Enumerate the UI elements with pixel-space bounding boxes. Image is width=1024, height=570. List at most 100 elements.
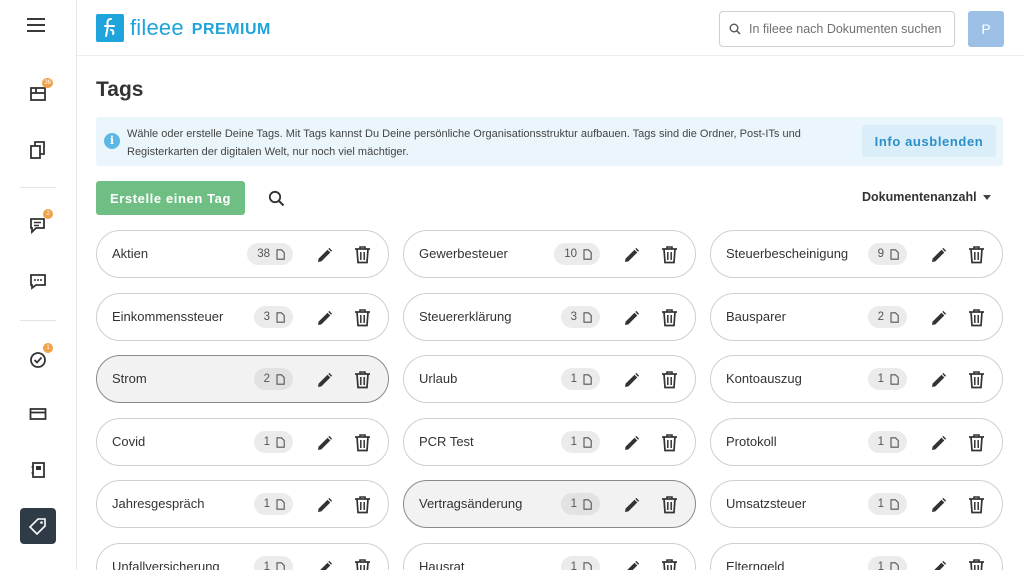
document-icon	[890, 311, 899, 323]
tag-card[interactable]: Protokoll 1	[710, 418, 1003, 466]
document-search[interactable]	[719, 11, 955, 47]
tag-document-count: 1	[560, 431, 600, 453]
tag-name: Steuerbescheinigung	[726, 246, 849, 261]
tag-card[interactable]: PCR Test 1	[403, 418, 696, 466]
tag-card[interactable]: Umsatzsteuer 1	[710, 480, 1003, 528]
pencil-icon	[931, 497, 946, 512]
delete-tag-button[interactable]	[352, 244, 372, 264]
edit-tag-button[interactable]	[928, 308, 948, 328]
hide-info-button[interactable]: Info ausblenden	[862, 125, 996, 157]
document-icon	[583, 373, 592, 385]
delete-tag-button[interactable]	[966, 432, 986, 452]
sidebar-item-contacts[interactable]	[20, 452, 56, 488]
edit-tag-button[interactable]	[928, 245, 948, 265]
tag-count-value: 1	[263, 436, 270, 448]
document-icon	[890, 561, 899, 570]
delete-tag-button[interactable]	[352, 432, 372, 452]
tag-search-button[interactable]	[264, 186, 288, 210]
delete-tag-button[interactable]	[966, 494, 986, 514]
tag-card[interactable]: Covid 1	[96, 418, 389, 466]
card-icon	[29, 408, 47, 420]
pencil-icon	[317, 310, 332, 325]
edit-tag-button[interactable]	[621, 558, 641, 570]
sort-dropdown[interactable]: Dokumentenanzahl	[862, 190, 991, 204]
delete-tag-button[interactable]	[966, 307, 986, 327]
tag-card[interactable]: Hausrat 1	[403, 543, 696, 570]
document-icon	[890, 248, 899, 260]
tag-name: Einkommenssteuer	[112, 309, 224, 324]
delete-tag-button[interactable]	[966, 244, 986, 264]
tag-count-value: 38	[257, 248, 270, 260]
trash-icon	[968, 558, 984, 570]
delete-tag-button[interactable]	[659, 307, 679, 327]
tag-card[interactable]: Jahresgespräch 1	[96, 480, 389, 528]
tag-card[interactable]: Einkommenssteuer 3	[96, 293, 389, 341]
edit-tag-button[interactable]	[314, 433, 334, 453]
edit-tag-button[interactable]	[928, 433, 948, 453]
inbox-badge: 36	[42, 78, 53, 88]
user-avatar[interactable]: P	[968, 11, 1004, 47]
tag-count-value: 1	[570, 436, 577, 448]
tag-card[interactable]: Steuererklärung 3	[403, 293, 696, 341]
sidebar-item-inbox[interactable]: 36	[20, 76, 56, 112]
tag-card[interactable]: Unfallversicherung 1	[96, 543, 389, 570]
edit-tag-button[interactable]	[621, 433, 641, 453]
delete-tag-button[interactable]	[659, 432, 679, 452]
delete-tag-button[interactable]	[659, 369, 679, 389]
tag-card[interactable]: Vertragsänderung 1	[403, 480, 696, 528]
edit-tag-button[interactable]	[928, 495, 948, 515]
edit-tag-button[interactable]	[621, 308, 641, 328]
delete-tag-button[interactable]	[659, 494, 679, 514]
edit-tag-button[interactable]	[928, 558, 948, 570]
tag-count-value: 1	[877, 561, 884, 570]
sidebar-item-tasks[interactable]: 1	[20, 341, 56, 377]
hamburger-menu-icon[interactable]	[27, 18, 49, 38]
delete-tag-button[interactable]	[352, 557, 372, 570]
tag-card[interactable]: Kontoauszug 1	[710, 355, 1003, 403]
edit-tag-button[interactable]	[314, 558, 334, 570]
tag-card[interactable]: Steuerbescheinigung 9	[710, 230, 1003, 278]
tag-card[interactable]: Urlaub 1	[403, 355, 696, 403]
edit-tag-button[interactable]	[621, 495, 641, 515]
delete-tag-button[interactable]	[966, 369, 986, 389]
tag-name: Protokoll	[726, 434, 777, 449]
sidebar-item-documents[interactable]	[20, 132, 56, 168]
search-input[interactable]	[749, 22, 949, 36]
edit-tag-button[interactable]	[314, 245, 334, 265]
tag-count-value: 1	[877, 498, 884, 510]
edit-tag-button[interactable]	[314, 370, 334, 390]
fileee-logo-icon	[96, 14, 124, 42]
edit-tag-button[interactable]	[621, 370, 641, 390]
brand-name: fileee	[130, 15, 184, 40]
delete-tag-button[interactable]	[352, 369, 372, 389]
tag-count-value: 1	[263, 561, 270, 570]
delete-tag-button[interactable]	[659, 557, 679, 570]
brand-tier: PREMIUM	[191, 20, 271, 38]
pencil-icon	[624, 310, 639, 325]
create-tag-button[interactable]: Erstelle einen Tag	[96, 181, 245, 215]
sidebar-item-tags[interactable]	[20, 508, 56, 544]
tag-card[interactable]: Elterngeld 1	[710, 543, 1003, 570]
pencil-icon	[931, 310, 946, 325]
tag-document-count: 9	[867, 243, 907, 265]
delete-tag-button[interactable]	[352, 307, 372, 327]
edit-tag-button[interactable]	[928, 370, 948, 390]
sidebar-item-messages[interactable]: 2	[20, 207, 56, 243]
edit-tag-button[interactable]	[314, 495, 334, 515]
delete-tag-button[interactable]	[352, 494, 372, 514]
tag-card[interactable]: Gewerbesteuer 10	[403, 230, 696, 278]
fileee-logo[interactable]: fileee PREMIUM	[96, 14, 271, 42]
edit-tag-button[interactable]	[621, 245, 641, 265]
tag-count-value: 2	[877, 311, 884, 323]
delete-tag-button[interactable]	[659, 244, 679, 264]
tag-card[interactable]: Strom 2	[96, 355, 389, 403]
sidebar-item-conversations[interactable]	[20, 263, 56, 299]
tag-document-count: 1	[867, 431, 907, 453]
tag-card[interactable]: Bausparer 2	[710, 293, 1003, 341]
edit-tag-button[interactable]	[314, 308, 334, 328]
page-title: Tags	[96, 78, 144, 101]
delete-tag-button[interactable]	[966, 557, 986, 570]
sidebar-item-payments[interactable]	[20, 396, 56, 432]
trash-icon	[354, 495, 370, 513]
tag-card[interactable]: Aktien 38	[96, 230, 389, 278]
